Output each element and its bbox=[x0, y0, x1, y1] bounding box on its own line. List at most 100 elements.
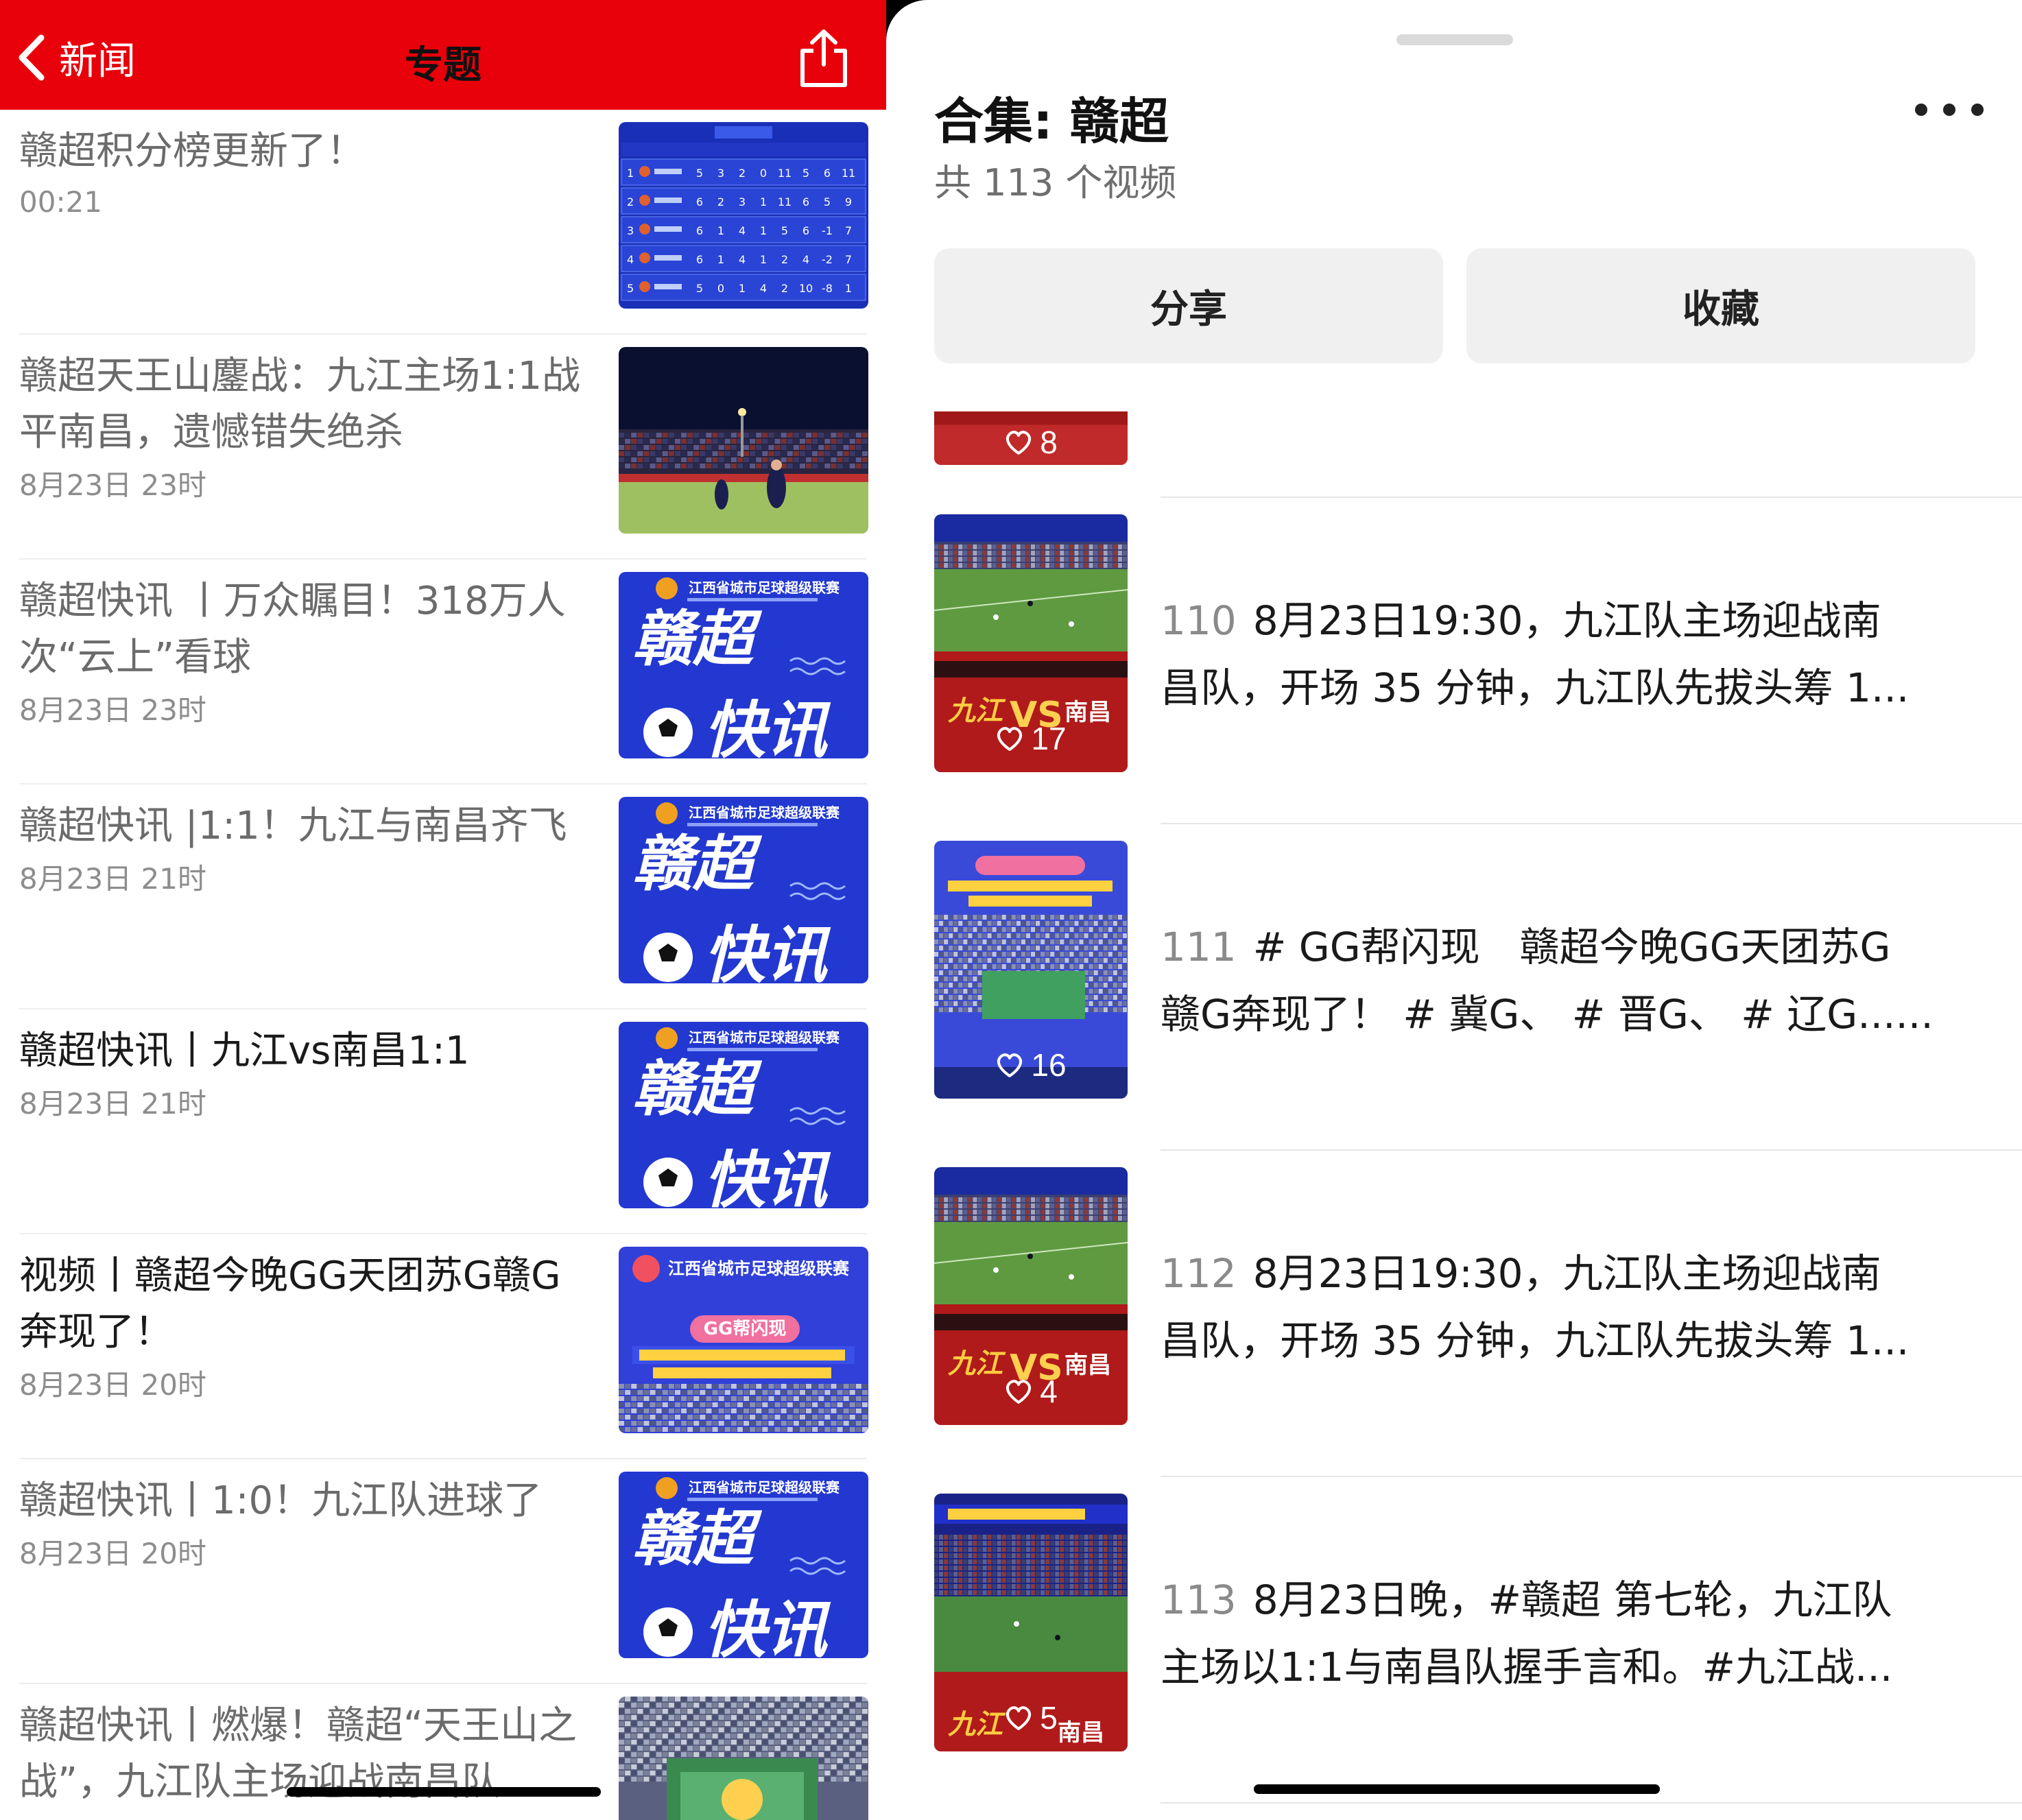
video-desc-text: 8月23日19:30，九江队主场迎战南 bbox=[1252, 597, 1881, 644]
home-indicator[interactable] bbox=[287, 1787, 601, 1797]
like-count-value: 17 bbox=[1031, 721, 1067, 756]
video-description: 112 8月23日19:30，九江队主场迎战南 昌队，开场 35 分钟，九江队先拔头… bbox=[1161, 1240, 1997, 1374]
home-indicator[interactable] bbox=[1254, 1784, 1660, 1794]
video-item[interactable]: 九江 VS 南昌 17 110 8月23日19:30，九江队主场迎战南 昌队，开场 35 分… bbox=[886, 498, 2022, 824]
video-thumbnail[interactable]: 16 bbox=[934, 841, 1128, 1099]
news-list: 赣超积分榜更新了！ 00:21 1 5 3 2 0 11 5 6 11 2 6 2 3 1 11 6 5 9 3 6 1 4 1… bbox=[0, 110, 886, 1820]
news-panel: 新闻 专题 赣超积分榜更新了！ 00:21 1 5 3 2 0 11 5 6 11 2 6 2 3 1 11 6 5… bbox=[0, 0, 886, 1820]
video-number: 111 bbox=[1161, 924, 1237, 970]
video-item[interactable]: 16 111 # GG帮闪现 赣超今晚GG天团苏G 赣G奔现了！ # 冀G、 # 晋G… bbox=[886, 824, 2022, 1151]
like-count-value: 4 bbox=[1040, 1374, 1058, 1409]
news-thumbnail[interactable] bbox=[619, 1697, 868, 1820]
svg-text:3: 3 bbox=[627, 224, 634, 237]
like-count-value: 16 bbox=[1031, 1047, 1067, 1083]
news-item[interactable]: 赣超快讯丨燃爆！赣超“天王山之战”，九江队主场迎战南昌队 bbox=[0, 1684, 886, 1820]
svg-text:5: 5 bbox=[696, 282, 703, 295]
svg-text:赣超: 赣超 bbox=[632, 1503, 763, 1574]
news-item[interactable]: 赣超快讯丨九江vs南昌1:1 8月23日 21时 江西省城市足球超级联赛 赣超 快讯 bbox=[0, 1009, 886, 1234]
svg-text:4: 4 bbox=[627, 253, 634, 266]
svg-text:2: 2 bbox=[717, 195, 724, 208]
svg-text:1: 1 bbox=[717, 253, 724, 266]
video-desc-line: 110 8月23日19:30，九江队主场迎战南 bbox=[1161, 587, 1997, 654]
svg-text:3: 3 bbox=[717, 167, 724, 180]
collect-button[interactable]: 收藏 bbox=[1466, 248, 1975, 363]
video-desc-text: 8月23日19:30，九江队主场迎战南 bbox=[1252, 1250, 1881, 1297]
svg-text:9: 9 bbox=[845, 195, 852, 208]
video-item[interactable]: 九江 VS 南昌 4 112 8月23日19:30，九江队主场迎战南 昌队，开场 35 分钟… bbox=[886, 1151, 2022, 1477]
svg-text:4: 4 bbox=[739, 224, 746, 237]
svg-text:6: 6 bbox=[696, 224, 703, 237]
video-number: 112 bbox=[1161, 1250, 1237, 1297]
video-thumbnail[interactable]: 8 bbox=[934, 411, 1128, 465]
video-list: 8 九江 VS 南昌 17 110 8月23日19:30，九江队主场迎战南 昌队，开场 35 … bbox=[886, 411, 2022, 1820]
news-thumbnail[interactable]: 江西省城市足球超级联赛 赣超 快讯 bbox=[619, 1022, 868, 1208]
svg-text:2: 2 bbox=[739, 167, 746, 180]
collection-title: 合集: 赣超 bbox=[934, 93, 1169, 150]
svg-text:5: 5 bbox=[802, 167, 809, 180]
news-title: 赣超积分榜更新了！ bbox=[19, 129, 365, 173]
news-item[interactable]: 视频丨赣超今晚GG天团苏G赣G奔现了！ 8月23日 20时 江西省城市足球超级联赛 G… bbox=[0, 1234, 886, 1459]
video-item[interactable]: 8 bbox=[886, 411, 2022, 498]
svg-text:6: 6 bbox=[696, 195, 703, 208]
news-time: 00:21 bbox=[19, 185, 103, 219]
svg-text:1: 1 bbox=[717, 224, 724, 237]
svg-text:快讯: 快讯 bbox=[704, 695, 831, 758]
news-thumbnail[interactable] bbox=[619, 347, 868, 534]
sheet-grabber[interactable] bbox=[1396, 34, 1513, 45]
news-time: 8月23日 21时 bbox=[19, 862, 206, 896]
svg-text:3: 3 bbox=[739, 195, 746, 208]
svg-text:-1: -1 bbox=[822, 224, 833, 237]
news-item[interactable]: 赣超快讯 丨万众瞩目！318万人次“云上”看球 8月23日 23时 江西省城市足球超… bbox=[0, 560, 886, 785]
svg-text:赣超: 赣超 bbox=[632, 1053, 763, 1124]
news-item[interactable]: 赣超快讯丨1:0！九江队进球了 8月23日 20时 江西省城市足球超级联赛 赣超 快讯 bbox=[0, 1459, 886, 1684]
svg-text:4: 4 bbox=[802, 253, 809, 266]
video-thumbnail[interactable]: 九江 VS 南昌 17 bbox=[934, 514, 1128, 772]
heart-icon bbox=[997, 1053, 1023, 1077]
video-desc-line: 赣G奔现了！ # 冀G、 # 晋G、 # 辽G...... bbox=[1161, 991, 1934, 1038]
news-title: 赣超快讯 丨万众瞩目！318万人次“云上”看球 bbox=[19, 579, 566, 680]
svg-text:2: 2 bbox=[781, 282, 788, 295]
video-description: 110 8月23日19:30，九江队主场迎战南 昌队，开场 35 分钟，九江队先拔头… bbox=[1161, 587, 1997, 721]
video-desc-text: 8月23日晚，#赣超 第七轮，九江队 bbox=[1252, 1577, 1892, 1623]
share-button[interactable]: 分享 bbox=[934, 248, 1443, 363]
svg-text:7: 7 bbox=[845, 224, 852, 237]
svg-text:赣超: 赣超 bbox=[632, 603, 763, 674]
video-thumbnail[interactable]: 九江 南昌 5 bbox=[934, 1494, 1128, 1751]
svg-text:4: 4 bbox=[739, 253, 746, 266]
svg-text:快讯: 快讯 bbox=[704, 1145, 831, 1208]
more-options-icon[interactable] bbox=[1915, 96, 1984, 123]
video-item[interactable]: 九江 南昌 5 113 8月23日晚，#赣超 第七轮，九江队 主场以1:1与南昌队握手言和… bbox=[886, 1477, 2022, 1804]
collection-sheet: 合集: 赣超 共 113 个视频 分享 收藏 8 九江 VS 南昌 17 110 8月23日… bbox=[886, 0, 2022, 1820]
news-thumbnail[interactable]: 江西省城市足球超级联赛 GG帮闪现 bbox=[619, 1247, 868, 1433]
svg-text:11: 11 bbox=[842, 167, 855, 180]
video-thumbnail[interactable]: 九江 VS 南昌 4 bbox=[934, 1167, 1128, 1425]
svg-text:1: 1 bbox=[627, 167, 634, 180]
news-title: 赣超快讯丨1:0！九江队进球了 bbox=[19, 1478, 543, 1523]
like-count: 16 bbox=[934, 1046, 1128, 1083]
video-description: 111 # GG帮闪现 赣超今晚GG天团苏G 赣G奔现了！ # 冀G、 # 晋G、 … bbox=[1161, 913, 1997, 1048]
svg-text:5: 5 bbox=[781, 224, 788, 237]
svg-text:江西省城市足球超级联赛: 江西省城市足球超级联赛 bbox=[689, 1479, 840, 1496]
like-count: 4 bbox=[934, 1373, 1128, 1410]
svg-text:5: 5 bbox=[627, 282, 634, 295]
heart-icon bbox=[1006, 1706, 1032, 1730]
news-thumbnail[interactable]: 江西省城市足球超级联赛 赣超 快讯 bbox=[619, 572, 868, 758]
news-thumbnail[interactable]: 1 5 3 2 0 11 5 6 11 2 6 2 3 1 11 6 5 9 3 6 1 4 1 5 6 -1 7 4 6 1 4 1 2 4 -2… bbox=[619, 122, 868, 309]
svg-text:11: 11 bbox=[778, 195, 792, 208]
video-desc-line: 111 # GG帮闪现 赣超今晚GG天团苏G bbox=[1161, 913, 1997, 981]
news-item[interactable]: 赣超积分榜更新了！ 00:21 1 5 3 2 0 11 5 6 11 2 6 2 3 1 11 6 5 9 3 6 1 4 1… bbox=[0, 110, 886, 335]
news-title: 赣超快讯丨九江vs南昌1:1 bbox=[19, 1029, 470, 1073]
news-title: 视频丨赣超今晚GG天团苏G赣G奔现了！ bbox=[19, 1254, 561, 1354]
video-number: 110 bbox=[1161, 597, 1237, 644]
news-thumbnail[interactable]: 江西省城市足球超级联赛 赣超 快讯 bbox=[619, 797, 868, 983]
heart-icon bbox=[1006, 1380, 1032, 1404]
news-item[interactable]: 赣超天王山鏖战：九江主场1:1战平南昌，遗憾错失绝杀 8月23日 23时 bbox=[0, 335, 886, 560]
svg-text:1: 1 bbox=[739, 282, 746, 295]
news-item[interactable]: 赣超快讯 |1:1！九江与南昌齐飞 8月23日 21时 江西省城市足球超级联赛 赣超快… bbox=[0, 785, 886, 1009]
svg-text:0: 0 bbox=[717, 282, 724, 295]
news-thumbnail[interactable]: 江西省城市足球超级联赛 赣超 快讯 bbox=[619, 1472, 868, 1658]
collection-panel: 合集: 赣超 共 113 个视频 分享 收藏 8 九江 VS 南昌 17 110 8月23日… bbox=[886, 0, 2022, 1820]
share-icon[interactable] bbox=[796, 27, 852, 89]
video-desc-text: # GG帮闪现 赣超今晚GG天团苏G bbox=[1252, 924, 1891, 970]
video-desc-line: 112 8月23日19:30，九江队主场迎战南 bbox=[1161, 1240, 1997, 1307]
